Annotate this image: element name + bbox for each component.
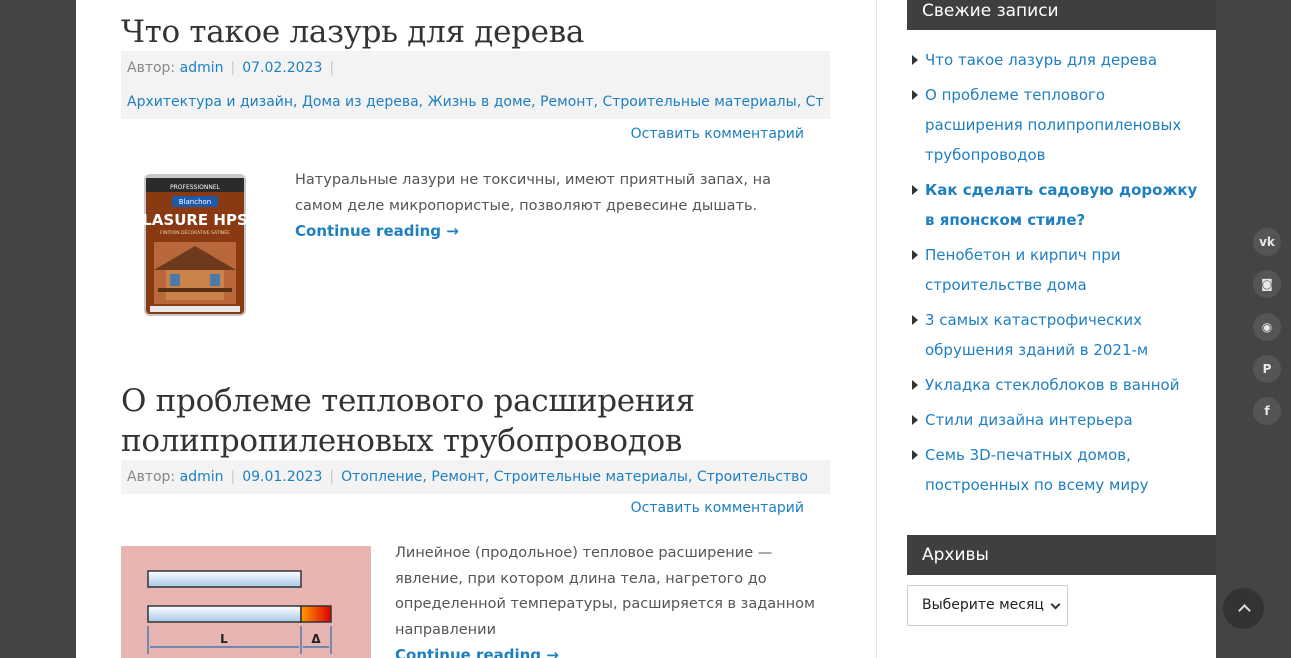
facebook-icon[interactable]: f <box>1253 397 1281 425</box>
recent-post-link[interactable]: Что такое лазурь для дерева <box>909 45 1199 75</box>
continue-reading-link[interactable]: Continue reading → <box>295 219 459 245</box>
post-meta-author-row: Автор: admin | 09.01.2023 | Отопление, Ремон… <box>127 469 808 485</box>
category-link[interactable]: Строительство <box>697 469 808 485</box>
category-link[interactable]: Отопление <box>341 469 422 485</box>
recent-post-link[interactable]: Пенобетон и кирпич при строительстве дом… <box>909 240 1199 300</box>
recent-post-link[interactable]: Стили дизайна интерьера <box>909 405 1199 435</box>
post-meta-author-row: Автор: admin | 07.02.2023 | <box>127 60 335 76</box>
author-label: Автор: <box>127 60 176 76</box>
post-title[interactable]: Что такое лазурь для дерева <box>121 12 584 52</box>
archive-select-value: Выберите месяц <box>922 597 1044 613</box>
post-thumbnail[interactable]: PROFESSIONNEL Blanchon LASURE HPS FINITI… <box>136 170 254 322</box>
can-brand: Blanchon <box>179 198 211 206</box>
continue-reading-link[interactable]: Continue reading → <box>395 643 559 658</box>
category-link[interactable]: Строительные материалы <box>602 94 796 110</box>
scroll-to-top-button[interactable] <box>1223 588 1264 629</box>
can-product: LASURE HPS <box>142 211 248 229</box>
recent-posts-list: Что такое лазурь для дерева О проблеме т… <box>909 40 1199 500</box>
main-content: Что такое лазурь для дерева Автор: admin… <box>76 0 877 658</box>
thermal-expansion-diagram: L Δ <box>147 570 332 654</box>
post-excerpt: Натуральные лазури не токсичны, имеют пр… <box>295 168 815 246</box>
author-label: Автор: <box>127 469 176 485</box>
rss-icon[interactable]: ◉ <box>1253 313 1281 341</box>
sidebar: Свежие записи Что такое лазурь для дерев… <box>877 0 1216 658</box>
diagram-label-l: L <box>220 632 228 646</box>
recent-post-link[interactable]: Как сделать садовую дорожку в японском с… <box>909 175 1199 235</box>
post-thumbnail[interactable]: L Δ <box>121 546 371 658</box>
category-link[interactable]: Строительные материалы <box>494 469 688 485</box>
post-meta: Автор: admin | 07.02.2023 | Архитектура и д… <box>121 51 830 119</box>
archives-title: Архивы <box>907 535 1216 575</box>
author-link[interactable]: admin <box>180 469 224 485</box>
excerpt-text: Линейное (продольное) тепловое расширени… <box>395 545 815 638</box>
excerpt-text: Натуральные лазури не токсичны, имеют пр… <box>295 172 771 214</box>
post-title[interactable]: О проблеме теплового расширения полипроп… <box>121 381 695 461</box>
post-categories: Архитектура и дизайн, Дома из дерева, Жи… <box>127 85 824 119</box>
recent-post-link[interactable]: Семь 3D-печатных домов, построенных по в… <box>909 440 1199 500</box>
date-link[interactable]: 07.02.2023 <box>242 60 322 76</box>
category-link[interactable]: Строительство <box>806 94 824 110</box>
leave-comment-link[interactable]: Оставить комментарий <box>631 500 804 516</box>
leave-comment-link[interactable]: Оставить комментарий <box>631 126 804 142</box>
vk-icon[interactable]: vk <box>1253 228 1281 256</box>
author-link[interactable]: admin <box>180 60 224 76</box>
category-link[interactable]: Дома из дерева <box>302 94 419 110</box>
post-excerpt: Линейное (продольное) тепловое расширени… <box>395 541 835 658</box>
archive-month-select[interactable]: Выберите месяц <box>907 585 1068 626</box>
post-title-line: О проблеме теплового расширения <box>121 383 695 419</box>
recent-post-link[interactable]: Укладка стеклоблоков в ванной <box>909 370 1199 400</box>
recent-post-link[interactable]: 3 самых катастрофических обрушения здани… <box>909 305 1199 365</box>
instagram-icon[interactable]: ◙ <box>1253 270 1281 298</box>
post-title-line: полипропиленовых трубопроводов <box>121 423 683 459</box>
recent-post-link[interactable]: О проблеме теплового расширения полипроп… <box>909 80 1199 170</box>
pinterest-icon[interactable]: P <box>1253 355 1281 383</box>
diagram-label-delta: Δ <box>311 632 321 646</box>
category-link[interactable]: Ремонт <box>540 94 594 110</box>
post-meta: Автор: admin | 09.01.2023 | Отопление, Ремон… <box>121 460 830 494</box>
date-link[interactable]: 09.01.2023 <box>242 469 322 485</box>
category-link[interactable]: Жизнь в доме <box>428 94 532 110</box>
can-top-text: PROFESSIONNEL <box>170 184 221 191</box>
lasure-can-image: PROFESSIONNEL Blanchon LASURE HPS FINITI… <box>142 174 248 316</box>
recent-posts-title: Свежие записи <box>907 0 1216 30</box>
category-link[interactable]: Ремонт <box>431 469 485 485</box>
category-link[interactable]: Архитектура и дизайн <box>127 94 293 110</box>
chevron-down-icon <box>1050 599 1061 610</box>
